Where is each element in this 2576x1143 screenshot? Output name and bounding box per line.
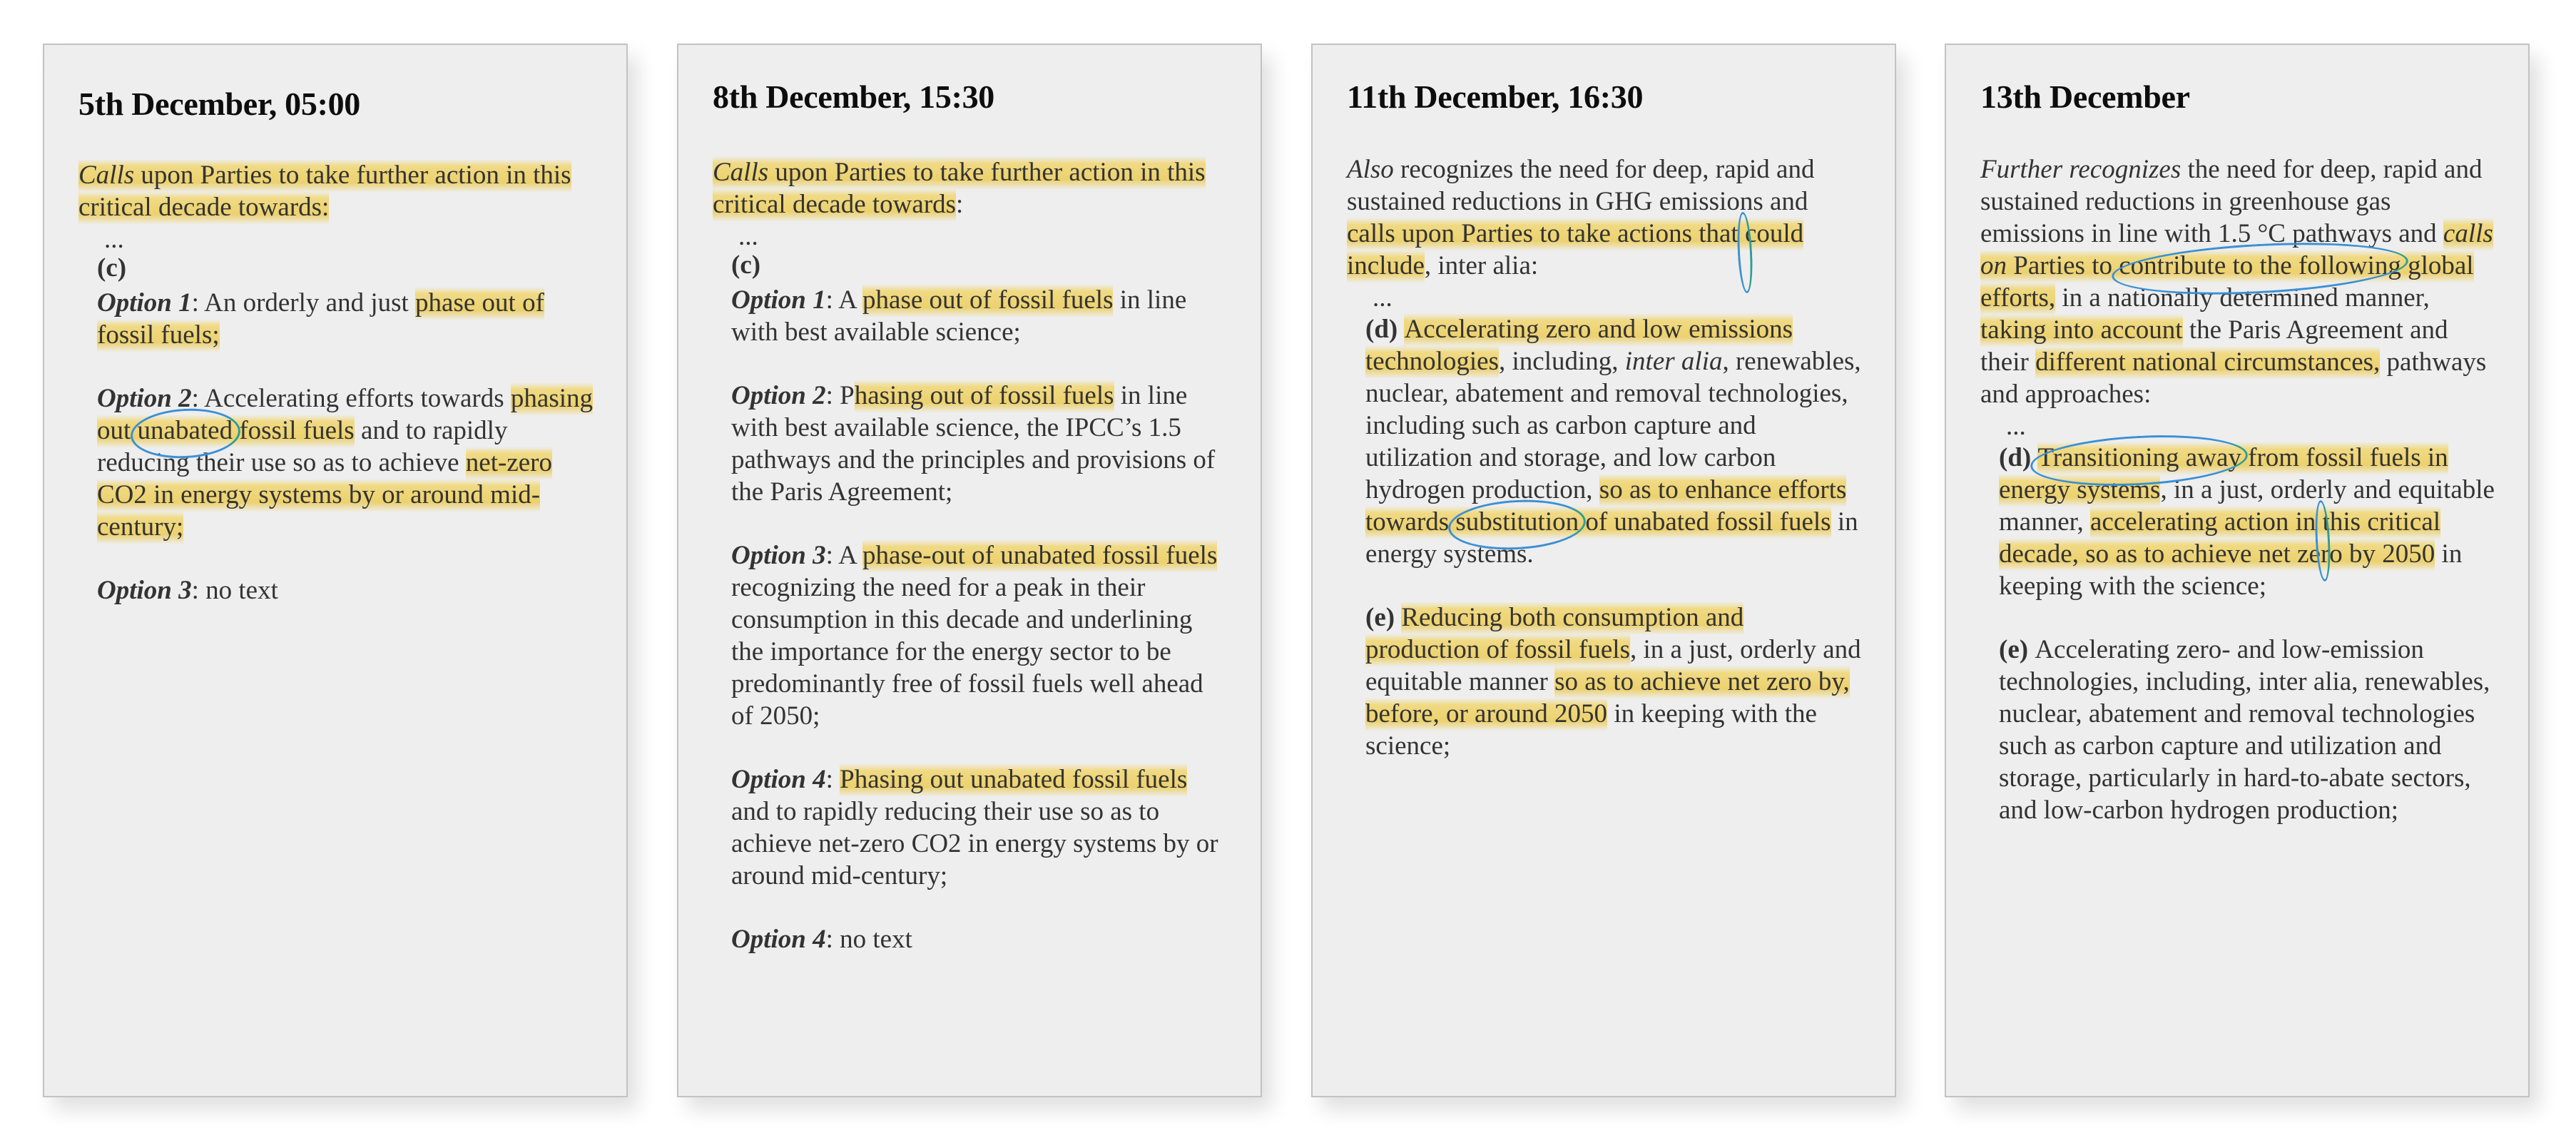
highlighted-text: upon Parties to take further action in t…: [78, 159, 571, 225]
text-segment: (d): [1999, 443, 2038, 472]
text-segment: ...: [1373, 283, 1393, 313]
text-segment: : A: [825, 541, 863, 570]
highlighted-text: Calls: [713, 156, 769, 190]
card-title: 8th December, 15:30: [713, 78, 995, 115]
highlighted-text: taking into account: [1980, 314, 2183, 347]
text-segment: : P: [825, 381, 855, 410]
ellipsis: ...: [78, 225, 594, 254]
highlighted-text: different national circumstances,: [2035, 346, 2381, 380]
text-segment: : no text: [191, 576, 278, 605]
highlighted-text: hasing out of fossil fuels: [854, 380, 1114, 413]
text-segment: Also: [1347, 155, 1394, 184]
draft-card-dec-5: 5th December, 05:00 Calls upon Parties t…: [43, 44, 628, 1097]
clause-item: (e) Reducing both consumption and produc…: [1347, 601, 1862, 762]
circled-text: Transitioning away: [2037, 442, 2241, 475]
card-title: 13th December: [1980, 78, 2190, 115]
clause-item: Option 4: Phasing out unabated fossil fu…: [713, 763, 1228, 892]
clause-item: (d) Accelerating zero and low emissions …: [1347, 313, 1862, 570]
clause-item: Option 3: A phase-out of unabated fossil…: [713, 539, 1228, 732]
clause-item: Option 2: Phasing out of fossil fuels in…: [713, 380, 1228, 508]
text-segment: (e): [1999, 635, 2035, 664]
option-label: Option 1: [97, 288, 192, 318]
highlighted-text: accelerating action in: [2089, 506, 2323, 539]
card-title: 5th December, 05:00: [78, 86, 361, 122]
text-segment: Accelerating zero- and low-emission tech…: [1999, 635, 2490, 825]
option-label: Option 2: [97, 384, 192, 413]
card-title: 11th December, 16:30: [1347, 78, 1644, 115]
clause-label: (c): [713, 249, 1228, 281]
clause-item: Option 1: An orderly and just phase out …: [78, 287, 594, 352]
circled-text: unabated: [137, 415, 233, 448]
text-segment: and to rapidly reducing their use so as …: [731, 797, 1218, 890]
clause-label: (c): [78, 252, 594, 284]
clause-item: Option 4: no text: [713, 923, 1228, 955]
highlighted-text: calls upon Parties to take actions that: [1347, 218, 1745, 251]
text-segment: (e): [1365, 603, 1402, 632]
highlighted-text: of unabated fossil fuels: [1579, 506, 1831, 539]
option-label: Option 4: [731, 925, 826, 954]
text-segment: ...: [738, 222, 758, 251]
text-segment: ...: [2006, 412, 2026, 441]
ellipsis: ...: [1980, 412, 2495, 441]
text-segment: (d): [1365, 315, 1405, 344]
text-segment: , inter alia:: [1424, 251, 1539, 280]
lead-paragraph: Also recognizes the need for deep, rapid…: [1347, 153, 1862, 283]
text-segment: Further recognizes: [1980, 155, 2182, 184]
text-segment: recognizes the need for deep, rapid and …: [1347, 155, 1815, 216]
card-body: Also recognizes the need for deep, rapid…: [1347, 153, 1862, 762]
text-segment: (c): [731, 250, 761, 280]
text-segment: , including,: [1499, 347, 1625, 376]
text-segment: inter alia: [1624, 347, 1723, 376]
text-segment: recognizing the need for a peak in their…: [731, 573, 1203, 731]
text-segment: : no text: [825, 925, 912, 954]
text-segment: : Accelerating efforts towards: [191, 384, 511, 413]
circled-text: substitution: [1455, 506, 1579, 539]
highlighted-text: Calls: [78, 159, 135, 193]
option-label: Option 1: [731, 285, 826, 315]
option-label: Option 2: [731, 381, 826, 410]
clause-item: Option 3: no text: [78, 574, 594, 606]
card-body: Calls upon Parties to take further actio…: [78, 159, 594, 606]
text-segment: :: [956, 190, 964, 219]
clause-item: (d) Transitioning away from fossil fuels…: [1980, 442, 2495, 602]
highlighted-text: fossil fuels: [233, 415, 355, 448]
text-segment: (c): [97, 253, 127, 283]
lead-paragraph: Further recognizes the need for deep, ra…: [1980, 153, 2495, 410]
option-label: Option 3: [97, 576, 192, 605]
clause-item: (e) Accelerating zero- and low-emission …: [1980, 634, 2495, 826]
draft-card-dec-8: 8th December, 15:30 Calls upon Parties t…: [677, 44, 1262, 1097]
circled-text: contribute to the following: [2119, 250, 2401, 283]
ellipsis: ...: [1347, 283, 1862, 313]
clause-item: Option 2: Accelerating efforts towards p…: [78, 382, 594, 544]
ellipsis: ...: [713, 222, 1228, 251]
draft-card-dec-11: 11th December, 16:30 Also recognizes the…: [1311, 44, 1896, 1097]
text-segment: : A: [825, 285, 863, 315]
clause-item: Option 1: A phase out of fossil fuels in…: [713, 284, 1228, 348]
highlighted-text: phase-out of unabated fossil fuels: [862, 539, 1218, 573]
text-segment: :: [825, 765, 840, 794]
option-label: Option 4: [731, 765, 826, 794]
highlighted-text: so as to achieve net zero by 2050: [2078, 538, 2435, 572]
draft-card-dec-13: 13th December Further recognizes the nee…: [1945, 44, 2530, 1097]
lead-paragraph: Calls upon Parties to take further actio…: [713, 156, 1228, 222]
highlighted-text: Parties to: [2007, 250, 2119, 283]
card-body: Further recognizes the need for deep, ra…: [1980, 153, 2495, 826]
highlighted-text: phase out of fossil fuels: [862, 284, 1114, 318]
text-segment: : An orderly and just: [191, 288, 416, 318]
text-segment: ...: [104, 225, 124, 254]
option-label: Option 3: [731, 541, 826, 570]
text-segment: in a nationally determined manner,: [2055, 283, 2430, 313]
card-body: Calls upon Parties to take further actio…: [713, 156, 1228, 955]
lead-paragraph: Calls upon Parties to take further actio…: [78, 159, 594, 225]
highlighted-text: Phasing out unabated fossil fuels: [840, 763, 1188, 797]
